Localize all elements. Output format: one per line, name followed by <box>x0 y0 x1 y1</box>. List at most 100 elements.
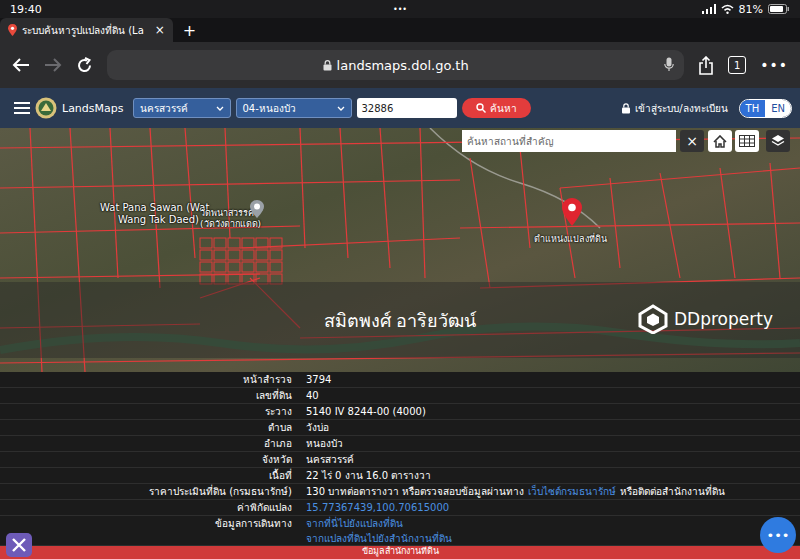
language-option[interactable]: EN <box>765 100 791 117</box>
search-button-label: ค้นหา <box>490 101 517 116</box>
browser-toolbar: landsmaps.dol.go.th 1 ••• <box>0 42 800 88</box>
url-text: landsmaps.dol.go.th <box>337 58 469 73</box>
temple-marker-icon <box>250 200 264 218</box>
location-pin-icon <box>562 198 582 226</box>
land-office-bar[interactable]: ข้อมูลสำนักงานที่ดิน <box>0 546 800 559</box>
login-link[interactable]: เข้าสู่ระบบ/ลงทะเบียน <box>621 101 727 116</box>
detail-row: เลขที่ดิน 40 <box>0 388 800 404</box>
detail-row: หน้าสำรวจ 3794 <box>0 372 800 388</box>
address-bar[interactable]: landsmaps.dol.go.th <box>107 50 684 80</box>
detail-value: 130 บาทต่อตารางวา หรือตรวจสอบข้อมูลผ่านท… <box>300 484 800 499</box>
tab-title: ระบบค้นหารูปแปลงที่ดิน (La <box>22 23 144 38</box>
ddproperty-name: DDproperty <box>674 309 773 329</box>
detail-value: จากที่นี่ไปยังแปลงที่ดินจากแปลงที่ดินไปย… <box>300 516 800 546</box>
detail-link[interactable]: เว็บไซต์กรมธนารักษ์ <box>528 484 616 499</box>
detail-label: ข้อมูลการเดินทาง <box>0 516 300 546</box>
detail-text: หรือติดต่อสำนักงานที่ดิน <box>620 484 725 499</box>
detail-link[interactable]: จากแปลงที่ดินไปยังสำนักงานที่ดิน <box>306 531 800 546</box>
detail-value: 5140 IV 8244-00 (4000) <box>300 404 800 419</box>
chat-button[interactable]: ••• <box>760 517 796 553</box>
detail-text: 130 บาทต่อตารางวา หรือตรวจสอบข้อมูลผ่านท… <box>306 484 524 499</box>
parcel-details-table: หน้าสำรวจ 3794 เลขที่ดิน 40 ระวาง 5140 IV 824… <box>0 372 800 546</box>
detail-label: อำเภอ <box>0 436 300 451</box>
place-search-input[interactable]: ค้นหาสถานที่สำคัญ <box>462 130 676 152</box>
detail-link[interactable]: จากที่นี่ไปยังแปลงที่ดิน <box>306 516 800 531</box>
browser-tab[interactable]: ระบบค้นหารูปแปลงที่ดิน (La × <box>0 18 173 42</box>
menu-icon[interactable] <box>14 102 30 114</box>
status-dots: ••• <box>393 5 407 14</box>
wifi-icon <box>721 4 734 14</box>
detail-value: 3794 <box>300 372 800 387</box>
status-bar: 19:40•••81% <box>0 0 800 18</box>
detail-text: 5140 IV 8244-00 (4000) <box>306 404 426 419</box>
app-shortcut-button[interactable] <box>6 533 32 557</box>
new-tab-button[interactable]: + <box>173 18 206 42</box>
detail-label: เนื้อที่ <box>0 468 300 483</box>
parcel-number-input[interactable]: 32886 <box>357 98 457 118</box>
detail-label: ตำบล <box>0 420 300 435</box>
microphone-icon[interactable] <box>664 57 674 72</box>
search-button[interactable]: ค้นหา <box>462 98 531 118</box>
detail-row: เนื้อที่ 22 ไร่ 0 งาน 16.0 ตารางวา <box>0 468 800 484</box>
place-label[interactable]: วัดพนาสวรรค์ <box>200 206 254 220</box>
tab-bar: ระบบค้นหารูปแปลงที่ดิน (La × + <box>0 18 800 42</box>
place-label[interactable]: Wat Pana Sawan (Wat <box>100 202 209 213</box>
site-header: LandsMaps นครสวรรค์ 04-หนองบัว 32886 ค้นหา เข… <box>0 88 800 128</box>
detail-text: 40 <box>306 388 319 403</box>
layers-icon <box>771 134 785 148</box>
home-button[interactable] <box>708 130 732 152</box>
share-icon[interactable] <box>698 56 714 75</box>
district-select[interactable]: 04-หนองบัว <box>236 98 352 118</box>
place-label[interactable]: (วัดวังตากแดด) <box>200 217 261 231</box>
login-text: เข้าสู่ระบบ/ลงทะเบียน <box>635 101 727 116</box>
clear-search-button[interactable]: × <box>680 130 704 152</box>
detail-row: ระวาง 5140 IV 8244-00 (4000) <box>0 404 800 420</box>
detail-text: นครสวรรค์ <box>306 452 354 467</box>
back-arrow-icon[interactable] <box>12 57 30 73</box>
detail-row: ข้อมูลการเดินทางจากที่นี่ไปยังแปลงที่ดิน… <box>0 516 800 546</box>
detail-row: ค่าพิกัดแปลง15.77367439,100.70615000 <box>0 500 800 516</box>
language-toggle: THEN <box>739 99 792 118</box>
detail-label: ราคาประเมินที่ดิน (กรมธนารักษ์) <box>0 484 300 499</box>
detail-row: ราคาประเมินที่ดิน (กรมธนารักษ์) 130 บาทต่… <box>0 484 800 500</box>
brand-name: LandsMaps <box>62 102 124 115</box>
marker-label: ตำแหน่งแปลงที่ดิน <box>534 232 607 246</box>
detail-value: วังบ่อ <box>300 420 800 435</box>
detail-value: 40 <box>300 388 800 403</box>
ddproperty-logo: DDproperty <box>638 304 773 334</box>
detail-label: หน้าสำรวจ <box>0 372 300 387</box>
detail-text: 3794 <box>306 372 331 387</box>
grid-icon <box>739 135 755 147</box>
dropdown-caret-icon <box>216 106 224 111</box>
detail-link[interactable]: 15.77367439,100.70615000 <box>306 500 449 515</box>
province-value: นครสวรรค์ <box>140 101 188 116</box>
tab-close-button[interactable]: × <box>155 23 165 37</box>
map-view[interactable]: Wat Pana Sawan (WatWang Tak Daed)วัดพนาส… <box>0 128 800 372</box>
watermark-text: สมิตพงศ์ อาริยวัฒน์ <box>324 306 477 335</box>
login-icon <box>621 103 631 114</box>
status-right: 81% <box>407 3 790 16</box>
detail-text: 22 ไร่ 0 งาน 16.0 ตารางวา <box>306 468 431 483</box>
detail-text: วังบ่อ <box>306 420 329 435</box>
province-select[interactable]: นครสวรรค์ <box>133 98 231 118</box>
place-label[interactable]: Wang Tak Daed) <box>118 214 199 225</box>
detail-value: 15.77367439,100.70615000 <box>300 500 800 515</box>
detail-label: เลขที่ดิน <box>0 388 300 403</box>
reload-icon[interactable] <box>76 57 93 74</box>
tab-count-button[interactable]: 1 <box>728 56 746 74</box>
detail-value: หนองบัว <box>300 436 800 451</box>
grid-button[interactable] <box>735 130 759 152</box>
more-button[interactable]: ••• <box>760 57 788 73</box>
detail-row: อำเภอ หนองบัว <box>0 436 800 452</box>
detail-label: ระวาง <box>0 404 300 419</box>
dropdown-caret-icon <box>337 106 345 111</box>
home-icon <box>713 135 727 148</box>
forward-arrow-icon[interactable] <box>44 57 62 73</box>
detail-text: หนองบัว <box>306 436 343 451</box>
district-value: 04-หนองบัว <box>243 101 296 116</box>
clock: 19:40 <box>10 3 393 16</box>
layers-button[interactable] <box>766 130 790 152</box>
language-option[interactable]: TH <box>740 100 766 117</box>
map-pin-icon <box>8 24 17 36</box>
detail-row: จังหวัดนครสวรรค์ <box>0 452 800 468</box>
